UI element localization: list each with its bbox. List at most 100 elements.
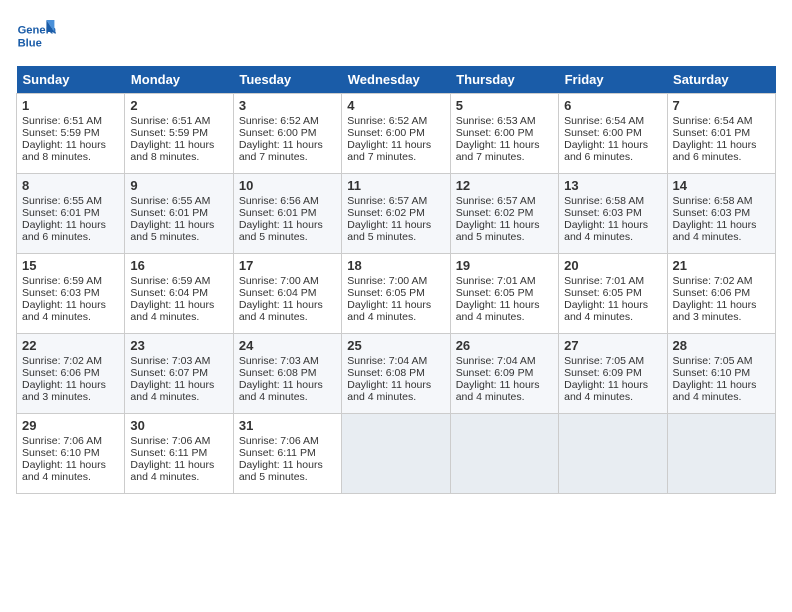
calendar-cell: 27Sunrise: 7:05 AMSunset: 6:09 PMDayligh…	[559, 334, 667, 414]
day-number: 24	[239, 338, 336, 353]
daylight-label: Daylight: 11 hours and 4 minutes.	[456, 299, 540, 323]
sunset-text: Sunset: 6:10 PM	[22, 447, 100, 459]
calendar-cell: 17Sunrise: 7:00 AMSunset: 6:04 PMDayligh…	[233, 254, 341, 334]
day-number: 20	[564, 258, 661, 273]
sunrise-text: Sunrise: 6:59 AM	[130, 275, 210, 287]
calendar-cell: 7Sunrise: 6:54 AMSunset: 6:01 PMDaylight…	[667, 94, 775, 174]
sunrise-text: Sunrise: 7:04 AM	[347, 355, 427, 367]
day-number: 25	[347, 338, 444, 353]
col-tuesday: Tuesday	[233, 66, 341, 94]
sunset-text: Sunset: 6:03 PM	[673, 207, 751, 219]
sunset-text: Sunset: 6:00 PM	[239, 127, 317, 139]
sunset-text: Sunset: 6:01 PM	[239, 207, 317, 219]
calendar-cell: 26Sunrise: 7:04 AMSunset: 6:09 PMDayligh…	[450, 334, 558, 414]
daylight-label: Daylight: 11 hours and 4 minutes.	[347, 299, 431, 323]
daylight-label: Daylight: 11 hours and 6 minutes.	[673, 139, 757, 163]
sunset-text: Sunset: 6:11 PM	[130, 447, 207, 459]
sunset-text: Sunset: 6:05 PM	[456, 287, 534, 299]
calendar-cell: 16Sunrise: 6:59 AMSunset: 6:04 PMDayligh…	[125, 254, 233, 334]
daylight-label: Daylight: 11 hours and 6 minutes.	[564, 139, 648, 163]
daylight-label: Daylight: 11 hours and 6 minutes.	[22, 219, 106, 243]
day-number: 19	[456, 258, 553, 273]
calendar-cell: 28Sunrise: 7:05 AMSunset: 6:10 PMDayligh…	[667, 334, 775, 414]
logo: General Blue	[16, 16, 60, 56]
calendar-cell: 18Sunrise: 7:00 AMSunset: 6:05 PMDayligh…	[342, 254, 450, 334]
calendar-cell: 21 Sunrise: 7:02 AMSunset: 6:06 PMDayligh…	[667, 254, 775, 334]
day-number: 27	[564, 338, 661, 353]
day-number: 5	[456, 98, 553, 113]
day-number: 9	[130, 178, 227, 193]
day-number: 1	[22, 98, 119, 113]
sunset-text: Sunset: 6:02 PM	[456, 207, 534, 219]
sunrise-text: Sunrise: 7:01 AM	[456, 275, 536, 287]
calendar-cell	[559, 414, 667, 494]
day-number: 21	[673, 258, 770, 273]
sunrise-text: Sunrise: 7:00 AM	[347, 275, 427, 287]
calendar-cell: 11Sunrise: 6:57 AMSunset: 6:02 PMDayligh…	[342, 174, 450, 254]
sunset-text: Sunset: 6:05 PM	[564, 287, 642, 299]
day-number: 15	[22, 258, 119, 273]
daylight-label: Daylight: 11 hours and 4 minutes.	[22, 299, 106, 323]
sunrise-text: Sunrise: 6:52 AM	[239, 115, 319, 127]
daylight-label: Daylight: 11 hours and 4 minutes.	[130, 379, 214, 403]
calendar-cell: 8Sunrise: 6:55 AMSunset: 6:01 PMDaylight…	[17, 174, 125, 254]
sunrise-text: Sunrise: 6:58 AM	[564, 195, 644, 207]
day-number: 26	[456, 338, 553, 353]
daylight-label: Daylight: 11 hours and 3 minutes.	[673, 299, 757, 323]
sunset-text: Sunset: 6:06 PM	[673, 287, 751, 299]
sunrise-text: Sunrise: 7:03 AM	[239, 355, 319, 367]
calendar-cell: 9Sunrise: 6:55 AMSunset: 6:01 PMDaylight…	[125, 174, 233, 254]
sunset-text: Sunset: 6:03 PM	[564, 207, 642, 219]
calendar-cell: 15Sunrise: 6:59 AMSunset: 6:03 PMDayligh…	[17, 254, 125, 334]
calendar-cell: 20 Sunrise: 7:01 AMSunset: 6:05 PMDayligh…	[559, 254, 667, 334]
day-number: 18	[347, 258, 444, 273]
daylight-label: Daylight: 11 hours and 4 minutes.	[673, 379, 757, 403]
sunset-text: Sunset: 6:09 PM	[456, 367, 534, 379]
sunrise-text: Sunrise: 6:56 AM	[239, 195, 319, 207]
sunrise-text: Sunrise: 7:01 AM	[564, 275, 644, 287]
daylight-label: Daylight: 11 hours and 5 minutes.	[239, 459, 323, 483]
calendar-cell: 22Sunrise: 7:02 AMSunset: 6:06 PMDayligh…	[17, 334, 125, 414]
day-number: 30	[130, 418, 227, 433]
sunset-text: Sunset: 6:04 PM	[239, 287, 317, 299]
sunrise-text: Sunrise: 6:51 AM	[130, 115, 210, 127]
col-wednesday: Wednesday	[342, 66, 450, 94]
day-number: 14	[673, 178, 770, 193]
calendar-cell: 2Sunrise: 6:51 AMSunset: 5:59 PMDaylight…	[125, 94, 233, 174]
day-number: 31	[239, 418, 336, 433]
daylight-label: Daylight: 11 hours and 5 minutes.	[347, 219, 431, 243]
week-row-2: 8Sunrise: 6:55 AMSunset: 6:01 PMDaylight…	[17, 174, 776, 254]
day-number: 28	[673, 338, 770, 353]
day-number: 7	[673, 98, 770, 113]
calendar-cell: 19 Sunrise: 7:01 AMSunset: 6:05 PMDayligh…	[450, 254, 558, 334]
sunrise-text: Sunrise: 7:05 AM	[564, 355, 644, 367]
daylight-label: Daylight: 11 hours and 8 minutes.	[22, 139, 106, 163]
day-number: 16	[130, 258, 227, 273]
day-number: 4	[347, 98, 444, 113]
daylight-label: Daylight: 11 hours and 4 minutes.	[239, 299, 323, 323]
sunset-text: Sunset: 6:03 PM	[22, 287, 100, 299]
sunset-text: Sunset: 6:08 PM	[347, 367, 425, 379]
day-number: 22	[22, 338, 119, 353]
daylight-label: Daylight: 11 hours and 5 minutes.	[239, 219, 323, 243]
day-number: 29	[22, 418, 119, 433]
day-number: 11	[347, 178, 444, 193]
calendar-cell: 12Sunrise: 6:57 AMSunset: 6:02 PMDayligh…	[450, 174, 558, 254]
sunset-text: Sunset: 6:00 PM	[564, 127, 642, 139]
calendar-cell: 29Sunrise: 7:06 AMSunset: 6:10 PMDayligh…	[17, 414, 125, 494]
sunset-text: Sunset: 6:09 PM	[564, 367, 642, 379]
calendar-table: Sunday Monday Tuesday Wednesday Thursday…	[16, 66, 776, 494]
sunrise-text: Sunrise: 7:02 AM	[673, 275, 753, 287]
daylight-label: Daylight: 11 hours and 4 minutes.	[347, 379, 431, 403]
sunrise-text: Sunrise: 6:52 AM	[347, 115, 427, 127]
daylight-label: Daylight: 11 hours and 3 minutes.	[22, 379, 106, 403]
sunrise-text: Sunrise: 7:06 AM	[130, 435, 210, 447]
daylight-label: Daylight: 11 hours and 4 minutes.	[564, 299, 648, 323]
day-number: 2	[130, 98, 227, 113]
col-friday: Friday	[559, 66, 667, 94]
week-row-4: 22Sunrise: 7:02 AMSunset: 6:06 PMDayligh…	[17, 334, 776, 414]
calendar-body: 1 Sunrise: 6:51 AMSunset: 5:59 PM Daylight…	[17, 94, 776, 494]
sunset-text: Sunset: 6:00 PM	[347, 127, 425, 139]
calendar-cell	[450, 414, 558, 494]
sunset-text: Sunset: 5:59 PM	[130, 127, 208, 139]
